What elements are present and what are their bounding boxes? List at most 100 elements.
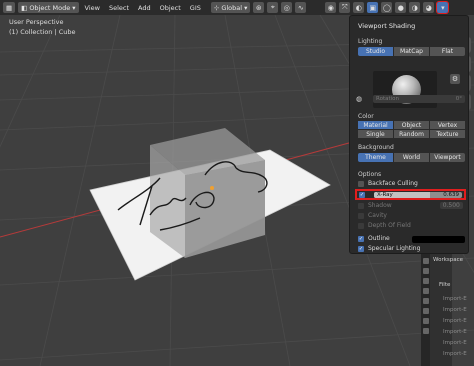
xray-option-row: ✓ X-Ray 0.639	[355, 189, 466, 200]
transform-label: Global	[221, 3, 243, 12]
world-space-icon[interactable]: ◍	[356, 95, 362, 103]
collection-info: (1) Collection | Cube	[9, 28, 76, 36]
outline-label: Outline	[368, 235, 390, 242]
backface-culling-label: Backface Culling	[368, 180, 418, 187]
viewport-header: ▦ ◧ Object Mode ▾ View Select Add Object…	[0, 0, 474, 15]
visibility-icon[interactable]: ◉	[325, 2, 337, 13]
chevron-down-icon: ▾	[244, 3, 248, 12]
checkbox[interactable]	[358, 212, 364, 219]
rendered-shading-icon[interactable]: ◕	[423, 2, 435, 13]
popover-title: Viewport Shading	[358, 22, 416, 30]
dof-label: Depth Of Field	[368, 222, 411, 229]
viewport-info: User Perspective (1) Collection | Cube	[9, 17, 76, 37]
color-single[interactable]: Single	[358, 130, 393, 138]
addon-item[interactable]: Import-E	[443, 318, 467, 324]
background-world[interactable]: World	[394, 153, 429, 162]
view-name: User Perspective	[9, 18, 64, 26]
cavity-option[interactable]: Cavity	[358, 212, 387, 219]
addon-item[interactable]: Import-E	[443, 296, 467, 302]
modifier-icon[interactable]	[422, 318, 429, 324]
material-shading-icon[interactable]: ◑	[409, 2, 421, 13]
output-icon[interactable]	[422, 278, 429, 284]
background-selector: Theme World Viewport	[358, 153, 465, 162]
xray-value: 0.639	[443, 192, 459, 198]
checkbox[interactable]: ✓	[358, 245, 364, 252]
xray-checkbox[interactable]: ✓	[359, 192, 365, 198]
xray-alpha-slider[interactable]: X-Ray 0.639	[374, 192, 462, 198]
background-label: Background	[358, 144, 394, 151]
pivot-icon[interactable]: ⊛	[253, 2, 265, 13]
shading-options-dropdown-icon[interactable]: ▾	[436, 1, 450, 14]
menu-add[interactable]: Add	[135, 4, 154, 12]
checkbox[interactable]	[358, 180, 364, 187]
workspace-header[interactable]: Workspace	[433, 257, 463, 263]
editor-type-button[interactable]: ▦	[3, 2, 16, 13]
tool-icon[interactable]	[422, 258, 429, 264]
depth-of-field-option[interactable]: Depth Of Field	[358, 222, 411, 229]
chevron-down-icon: ▾	[72, 3, 76, 12]
color-selector: Material Object Vertex Single Random Tex…	[358, 121, 465, 138]
lighting-matcap[interactable]: MatCap	[394, 47, 429, 56]
falloff-icon[interactable]: ∿	[295, 2, 307, 13]
specular-label: Specular Lighting	[368, 245, 421, 252]
origin-point	[210, 186, 214, 190]
cavity-label: Cavity	[368, 212, 387, 219]
snap-icon[interactable]: ⌖	[267, 2, 279, 13]
shadow-option[interactable]: Shadow 0.500	[358, 202, 463, 209]
cube-front-face	[185, 160, 265, 258]
backface-culling-option[interactable]: Backface Culling	[358, 180, 418, 187]
color-material[interactable]: Material	[358, 121, 393, 129]
color-object[interactable]: Object	[394, 121, 429, 129]
lighting-flat[interactable]: Flat	[430, 47, 465, 56]
shadow-value[interactable]: 0.500	[439, 202, 463, 209]
particles-icon[interactable]	[422, 328, 429, 334]
world-icon[interactable]	[422, 298, 429, 304]
object-icon[interactable]	[422, 308, 429, 314]
checkbox[interactable]	[358, 202, 364, 209]
color-texture[interactable]: Texture	[430, 130, 465, 138]
rotation-label: Rotation	[376, 96, 400, 102]
rotation-field[interactable]: Rotation 0°	[373, 95, 465, 103]
background-viewport[interactable]: Viewport	[430, 153, 465, 162]
mode-dropdown[interactable]: ◧ Object Mode ▾	[18, 2, 79, 13]
lighting-studio[interactable]: Studio	[358, 47, 393, 56]
menu-select[interactable]: Select	[106, 4, 132, 12]
menu-gis[interactable]: GIS	[187, 4, 204, 12]
checkbox[interactable]: ✓	[358, 235, 364, 242]
menu-view[interactable]: View	[82, 4, 103, 12]
addon-item[interactable]: Import-E	[443, 329, 467, 335]
proportional-edit-icon[interactable]: ◎	[281, 2, 293, 13]
gizmo-icon[interactable]: ⤧	[339, 2, 351, 13]
overlays-icon[interactable]: ◐	[353, 2, 365, 13]
checkbox[interactable]	[358, 222, 364, 229]
scene-icon[interactable]	[422, 288, 429, 294]
color-label: Color	[358, 113, 374, 120]
filter-header[interactable]: Filte	[439, 282, 450, 288]
addon-item[interactable]: Import-E	[443, 351, 467, 357]
color-random[interactable]: Random	[394, 130, 429, 138]
xray-toggle-icon[interactable]: ▣	[367, 2, 379, 13]
xray-label: X-Ray	[377, 192, 393, 198]
properties-panel-partial: Workspace Filte Import-E Import-E Import…	[421, 254, 467, 366]
addon-item[interactable]: Import-E	[443, 307, 467, 313]
lighting-label: Lighting	[358, 38, 383, 45]
outline-color-swatch[interactable]	[412, 236, 465, 243]
axes-icon: ⊹	[213, 3, 220, 12]
render-icon[interactable]	[422, 268, 429, 274]
mode-label: Object Mode	[29, 3, 71, 12]
specular-lighting-option[interactable]: ✓ Specular Lighting	[358, 245, 420, 252]
color-vertex[interactable]: Vertex	[430, 121, 465, 129]
properties-tabs	[421, 254, 430, 366]
transform-orientation-dropdown[interactable]: ⊹ Global ▾	[210, 2, 251, 13]
viewport-shading-popover: Viewport Shading Lighting Studio MatCap …	[349, 15, 469, 254]
menu-object[interactable]: Object	[157, 4, 184, 12]
outline-option[interactable]: ✓ Outline	[358, 235, 390, 242]
addon-item[interactable]: Import-E	[443, 340, 467, 346]
shadow-label: Shadow	[368, 202, 392, 209]
background-theme[interactable]: Theme	[358, 153, 393, 162]
wireframe-shading-icon[interactable]: ◯	[381, 2, 393, 13]
preferences-icon[interactable]: ⚙	[450, 74, 460, 84]
cube-icon: ◧	[21, 3, 28, 12]
lighting-selector: Studio MatCap Flat	[358, 47, 465, 56]
solid-shading-icon[interactable]: ●	[395, 2, 407, 13]
